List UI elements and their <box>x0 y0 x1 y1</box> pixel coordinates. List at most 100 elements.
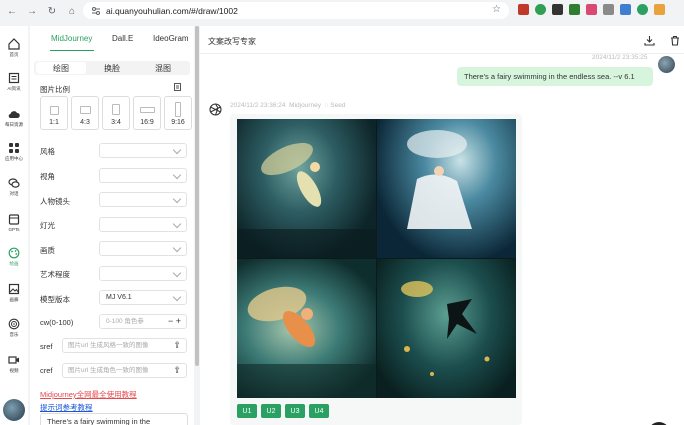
upscale-u2-button[interactable]: U2 <box>261 404 281 418</box>
sref-input[interactable]: 图片url 生成风格一致的图像 ⇪ <box>62 338 187 353</box>
back-icon[interactable]: ← <box>4 3 20 19</box>
angle-select[interactable] <box>99 168 187 183</box>
extension-icon[interactable] <box>654 4 665 15</box>
rail-item-gallery[interactable]: 画廊 <box>0 279 28 311</box>
copy-icon[interactable]: ◌ <box>325 102 329 109</box>
model-version-label: 模型版本 <box>40 295 70 304</box>
bookmark-star-icon[interactable]: ☆ <box>492 4 501 15</box>
chat-area: 文案改写专家 2024/11/2 23:35:25 There's a fair… <box>200 26 684 425</box>
generated-image-1[interactable] <box>237 119 376 258</box>
mode-blend[interactable]: 混图 <box>138 62 188 74</box>
shot-select[interactable] <box>99 192 187 207</box>
art-level-label: 艺术程度 <box>40 270 70 279</box>
art-level-select[interactable] <box>99 266 187 281</box>
sref-label: sref <box>40 342 53 351</box>
mode-draw[interactable]: 绘图 <box>36 62 86 74</box>
site-info-icon[interactable] <box>91 6 101 16</box>
ratio-shape <box>175 102 181 117</box>
upscale-u4-button[interactable]: U4 <box>309 404 329 418</box>
extension-icon[interactable] <box>552 4 563 15</box>
generated-image-2[interactable] <box>377 119 516 258</box>
home-icon[interactable]: ⌂ <box>64 3 80 19</box>
upscale-u1-button[interactable]: U1 <box>237 404 257 418</box>
store-icon <box>8 214 20 225</box>
palette-icon <box>8 247 20 259</box>
rail-item-gpts[interactable]: GPTs <box>0 209 28 241</box>
upscale-buttons: U1 U2 U3 U4 <box>237 404 329 418</box>
quality-select[interactable] <box>99 241 187 256</box>
tab-midjourney[interactable]: MidJourney <box>51 34 92 43</box>
rail-item-music[interactable]: 音乐 <box>0 314 28 346</box>
download-icon[interactable] <box>644 35 655 46</box>
extension-icon[interactable] <box>535 4 546 15</box>
bot-message-meta: 2024/11/2 23:36:24 Midjourney ◌ Seed <box>230 102 345 109</box>
lighting-select[interactable] <box>99 217 187 232</box>
upload-icon[interactable]: ⇪ <box>173 339 181 352</box>
address-bar[interactable]: ai.quanyouhulian.com/#/draw/1002 ☆ <box>83 2 509 19</box>
rail-item-chat[interactable]: 对话 <box>0 173 28 205</box>
rail-item-news[interactable]: AI资讯 <box>0 68 28 100</box>
fairy-illustration <box>237 286 376 398</box>
extension-icon[interactable] <box>620 4 631 15</box>
trash-icon[interactable] <box>670 35 680 46</box>
home-icon <box>8 38 20 50</box>
ratio-1-1[interactable]: 1:1 <box>40 96 68 130</box>
ratio-16-9[interactable]: 16:9 <box>133 96 161 130</box>
left-rail: 首页 AI资讯 每日资源 应用中心 对话 GPTs 绘画 画廊 音乐 视频 <box>0 26 28 425</box>
bot-model-name: Midjourney <box>289 102 321 109</box>
extension-icon[interactable] <box>569 4 580 15</box>
extension-icon[interactable] <box>586 4 597 15</box>
user-avatar[interactable] <box>3 399 25 421</box>
rail-item-daily[interactable]: 每日资源 <box>0 104 28 136</box>
generated-image-3[interactable] <box>237 259 376 398</box>
panel-scrollbar[interactable] <box>195 26 199 366</box>
mode-faceswap[interactable]: 换脸 <box>87 62 137 74</box>
generated-image-grid[interactable] <box>237 119 516 398</box>
tab-dalle[interactable]: Dall.E <box>112 34 133 43</box>
style-select[interactable] <box>99 143 187 158</box>
chevron-down-icon <box>172 170 182 180</box>
model-version-select[interactable]: MJ V6.1 <box>99 290 187 305</box>
page-title: 文案改写专家 <box>208 37 256 46</box>
cw-stepper[interactable]: 0-100 角色参 − + <box>99 314 187 329</box>
prompt-textarea[interactable]: There's a fairy swimming in the <box>40 413 188 425</box>
extension-icon[interactable] <box>518 4 529 15</box>
ratio-4-3[interactable]: 4:3 <box>71 96 99 130</box>
generated-image-4[interactable] <box>377 259 516 398</box>
upscale-u3-button[interactable]: U3 <box>285 404 305 418</box>
upload-icon[interactable]: ⇪ <box>173 364 181 377</box>
ratio-shape <box>139 107 155 113</box>
apps-icon <box>9 143 19 153</box>
extensions <box>518 4 665 15</box>
chevron-down-icon <box>172 243 182 253</box>
tutorial-link[interactable]: Midjourney全网最全使用教程 <box>40 389 137 400</box>
seed-button[interactable]: Seed <box>330 102 345 109</box>
cref-input[interactable]: 图片url 生成角色一致的图像 ⇪ <box>62 363 187 378</box>
news-icon <box>8 72 20 84</box>
extension-icon[interactable] <box>603 4 614 15</box>
ratio-3-4[interactable]: 3:4 <box>102 96 130 130</box>
rail-item-apps[interactable]: 应用中心 <box>0 138 28 170</box>
forward-icon[interactable]: → <box>24 3 40 19</box>
cloud-icon <box>8 111 20 119</box>
openai-logo-icon <box>209 103 222 116</box>
tab-ideogram[interactable]: IdeoGram <box>153 34 189 43</box>
mode-switch: 绘图 换脸 混图 <box>34 61 190 75</box>
active-tab-indicator <box>50 50 94 51</box>
fairy-illustration <box>237 142 376 258</box>
lighting-label: 灯光 <box>40 221 55 230</box>
chevron-down-icon <box>172 292 182 302</box>
rail-item-draw[interactable]: 绘画 <box>0 243 28 275</box>
ratio-9-16[interactable]: 9:16 <box>164 96 192 130</box>
rail-item-home[interactable]: 首页 <box>0 34 28 66</box>
extension-icon[interactable] <box>637 4 648 15</box>
prompt-guide-link[interactable]: 提示词参考教程 <box>40 402 93 413</box>
stepper-controls[interactable]: − + <box>168 315 181 328</box>
music-icon <box>8 318 20 330</box>
ratio-settings-icon[interactable] <box>174 83 183 92</box>
reload-icon[interactable]: ↻ <box>44 3 60 19</box>
image-result-card: U1 U2 U3 U4 <box>230 114 522 425</box>
rail-item-video[interactable]: 视频 <box>0 350 28 382</box>
fairy-illustration <box>401 281 490 376</box>
aspect-ratio-label: 图片比例 <box>40 85 70 94</box>
